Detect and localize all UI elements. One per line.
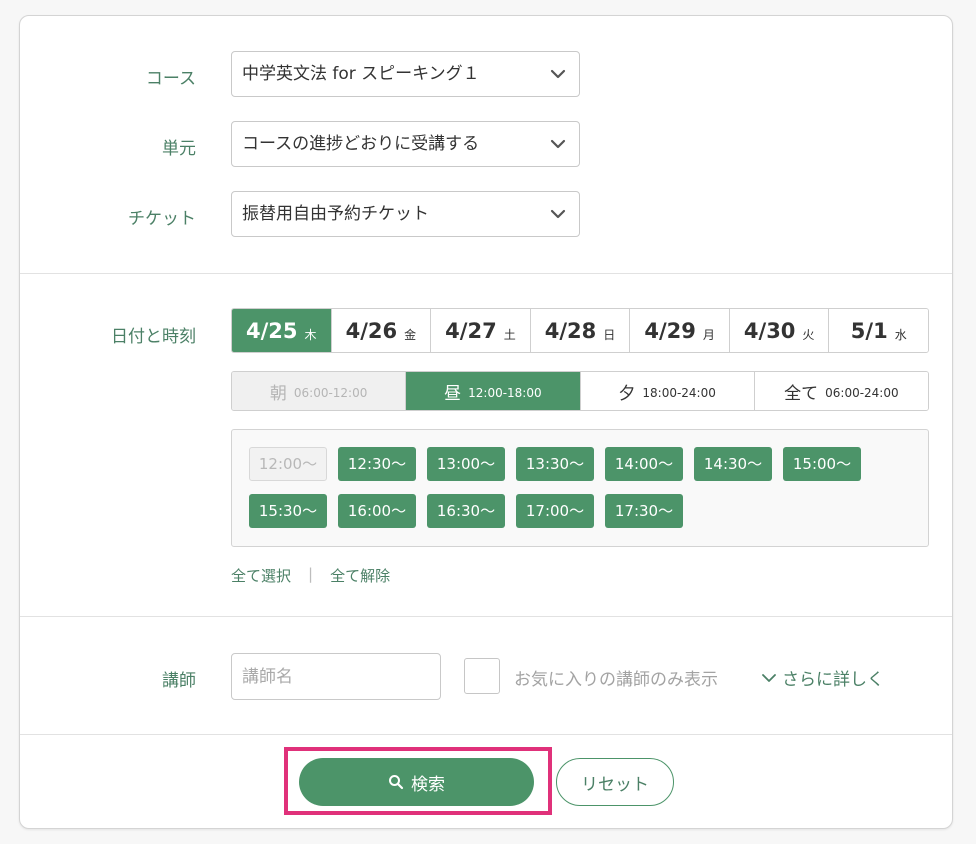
course-label: コース [145,69,196,89]
select-all-link[interactable]: 全て選択 [231,565,291,586]
favorites-only-checkbox[interactable] [464,658,500,694]
period-option-morning[interactable]: 朝 06:00-12:00 [232,372,406,410]
course-select-value: 中学英文法 for スピーキング１ [242,64,480,84]
date-option[interactable]: 4/26 金 [330,309,431,352]
time-slot[interactable]: 17:30〜 [605,494,683,528]
period-range: 06:00-24:00 [825,386,899,400]
ticket-select-value: 振替用自由予約チケット [242,204,429,224]
period-range: 06:00-12:00 [293,386,368,400]
course-select[interactable]: 中学英文法 for スピーキング１ [231,51,580,97]
date-day: 5/1 [850,318,888,343]
chevron-down-icon [550,69,566,79]
time-slot[interactable]: 14:00〜 [605,447,683,481]
period-range: 12:00-18:00 [468,386,542,400]
date-weekday: 日 [603,328,616,342]
date-weekday: 月 [702,328,715,342]
search-button[interactable]: 検索 [299,758,534,806]
section-divider [20,273,952,274]
period-name: 朝 [269,383,287,404]
deselect-all-link[interactable]: 全て解除 [330,565,390,586]
date-day: 4/25 [246,318,298,343]
ticket-select[interactable]: 振替用自由予約チケット [231,191,580,237]
period-name: 昼 [444,383,462,404]
date-weekday: 金 [404,328,417,342]
time-slot[interactable]: 17:00〜 [516,494,594,528]
time-slot-panel: 12:00〜 12:30〜 13:00〜 13:30〜 14:00〜 14:30… [231,429,929,547]
link-separator: | [308,565,314,583]
period-name: 夕 [618,383,636,404]
unit-select[interactable]: コースの進捗どおりに受講する [231,121,580,167]
time-slot[interactable]: 16:30〜 [427,494,505,528]
slot-selection-links: 全て選択 | 全て解除 [231,565,390,586]
time-slot[interactable]: 12:30〜 [338,447,416,481]
time-slot[interactable]: 16:00〜 [338,494,416,528]
chevron-down-icon [550,209,566,219]
section-divider [20,616,952,617]
more-options-toggle[interactable]: さらに詳しく [762,665,884,690]
time-slot[interactable]: 15:30〜 [249,494,327,528]
date-weekday: 火 [802,328,815,342]
date-day: 4/28 [544,318,597,343]
reset-button[interactable]: リセット [556,758,674,806]
section-divider [20,734,952,735]
search-form-card: コース 中学英文法 for スピーキング１ 単元 コースの進捗どおりに受講する … [19,15,953,829]
unit-label: 単元 [162,139,196,159]
date-weekday: 水 [894,328,907,342]
date-selector: 4/25 木 4/26 金 4/27 土 4/28 日 4/29 月 4/30 火 5/1 水 [231,308,929,353]
date-option[interactable]: 4/28 日 [529,309,630,352]
date-weekday: 木 [304,328,317,342]
more-options-label: さらに詳しく [782,670,884,690]
datetime-label: 日付と時刻 [111,327,196,347]
time-slot[interactable]: 15:00〜 [783,447,861,481]
date-day: 4/27 [445,318,497,343]
teacher-label: 講師 [162,671,196,691]
period-name: 全て [784,383,819,404]
period-range: 18:00-24:00 [642,386,716,400]
date-option[interactable]: 4/25 木 [232,309,331,352]
chevron-down-icon [550,139,566,149]
chevron-down-icon [762,673,776,682]
date-day: 4/30 [743,318,796,343]
date-day: 4/26 [345,318,398,343]
date-day: 4/29 [644,318,696,343]
period-option-all[interactable]: 全て 06:00-24:00 [753,372,928,410]
date-option[interactable]: 4/27 土 [430,309,530,352]
time-slot[interactable]: 13:30〜 [516,447,594,481]
date-option[interactable]: 4/30 火 [728,309,829,352]
favorites-only-label: お気に入りの講師のみ表示 [514,670,718,690]
reset-button-label: リセット [581,774,649,794]
date-weekday: 土 [503,328,516,342]
ticket-label: チケット [128,209,196,229]
time-slot[interactable]: 13:00〜 [427,447,505,481]
period-option-afternoon[interactable]: 昼 12:00-18:00 [405,372,580,410]
time-period-selector: 朝 06:00-12:00 昼 12:00-18:00 夕 18:00-24:00 全… [231,371,929,411]
search-icon [389,775,404,790]
date-option[interactable]: 4/29 月 [629,309,729,352]
time-slot[interactable]: 14:30〜 [694,447,772,481]
unit-select-value: コースの進捗どおりに受講する [242,134,480,154]
teacher-name-input[interactable] [231,653,441,700]
time-slot[interactable]: 12:00〜 [249,447,327,481]
date-option[interactable]: 5/1 水 [828,309,928,352]
search-button-label: 検索 [411,774,445,794]
period-option-evening[interactable]: 夕 18:00-24:00 [579,372,754,410]
